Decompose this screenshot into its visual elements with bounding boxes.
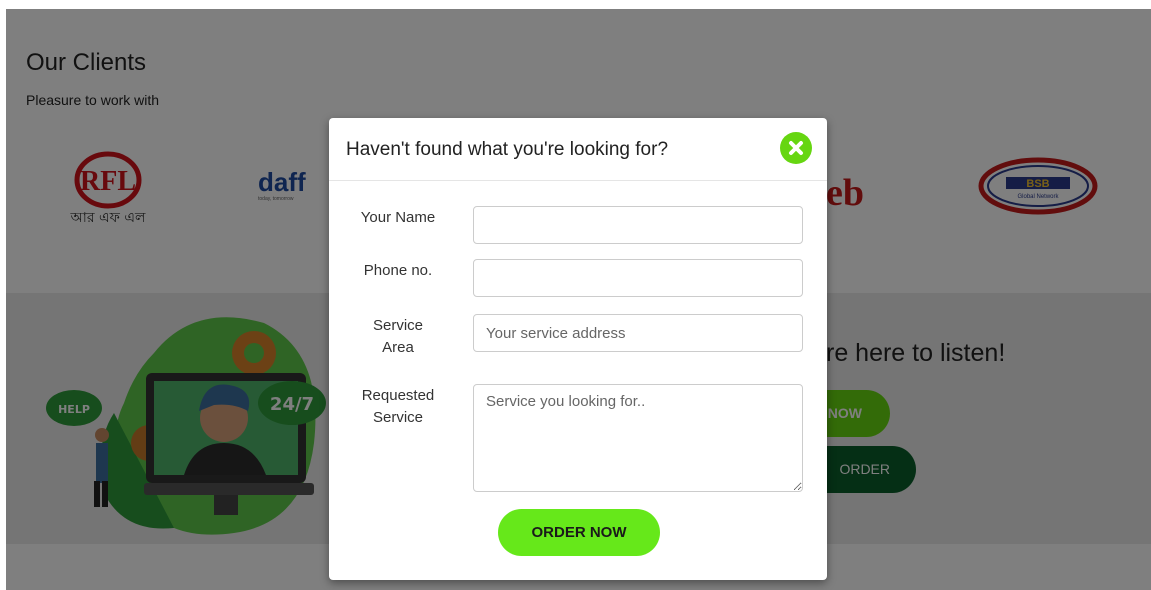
requested-service-label-line-1: Requested [361, 387, 435, 404]
phone-input[interactable] [473, 259, 803, 297]
order-now-button[interactable]: ORDER NOW [498, 509, 660, 556]
requested-service-textarea[interactable] [473, 384, 803, 492]
service-area-label-line-2: Area [382, 339, 414, 356]
service-area-input[interactable] [473, 314, 803, 352]
order-modal: Haven't found what you're looking for? Y… [329, 118, 827, 580]
modal-title: Haven't found what you're looking for? [346, 139, 669, 160]
close-button[interactable] [780, 132, 812, 164]
name-label: Your Name [360, 209, 436, 226]
page: Our Clients Pleasure to work with RFL আর… [6, 9, 1151, 590]
close-icon [789, 141, 803, 155]
service-area-label: Service Area [329, 315, 467, 359]
service-area-label-line-1: Service [372, 317, 424, 334]
name-input[interactable] [473, 206, 803, 244]
requested-service-label-line-2: Service [372, 409, 424, 426]
phone-label: Phone no. [363, 262, 433, 279]
requested-service-label: Requested Service [329, 385, 467, 429]
modal-header: Haven't found what you're looking for? [329, 118, 827, 181]
